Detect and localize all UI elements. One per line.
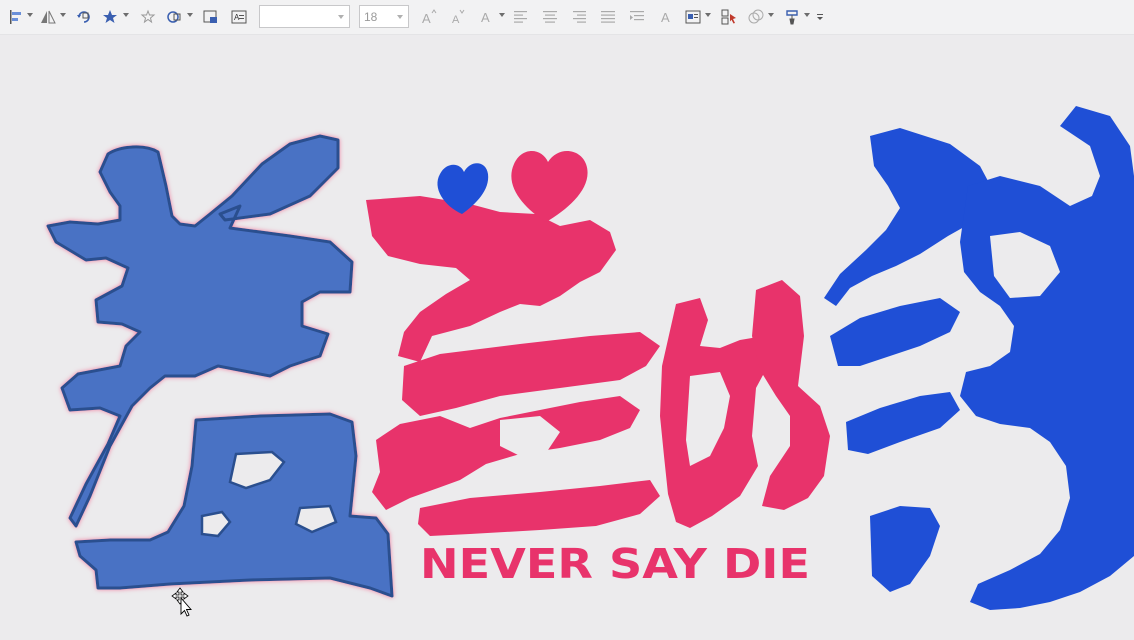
text-box-icon[interactable]: A [228,6,250,28]
svg-text:A: A [234,13,240,22]
blue-brush-character [824,106,1134,610]
shape-fill-dropdown-caret[interactable] [187,13,193,17]
wrap-icon[interactable] [682,6,704,28]
align-dropdown-caret[interactable] [27,13,33,17]
group-dropdown-caret[interactable] [768,13,774,17]
justify-icon[interactable] [597,6,619,28]
align-left-icon[interactable] [510,6,532,28]
shrink-font-icon[interactable]: A [447,6,469,28]
style-icon[interactable] [137,6,159,28]
shape-fill-icon[interactable] [163,6,185,28]
heart-icons [437,150,588,222]
traced-character-shape[interactable] [46,134,394,598]
svg-text:A: A [452,14,460,26]
svg-text:A: A [481,10,490,25]
drawing-toolbar: A 18 A A A A [0,0,1134,35]
font-size-dropdown-caret[interactable] [397,15,403,19]
font-color-icon[interactable]: A [476,6,498,28]
align-icon[interactable] [5,6,27,28]
font-size-combo[interactable]: 18 [359,5,409,28]
font-color-dropdown-caret[interactable] [499,13,505,17]
text-style-icon[interactable]: A [655,6,677,28]
more-icon[interactable] [812,6,828,28]
pink-heart-icon [511,150,588,222]
effects-dropdown-caret[interactable] [123,13,129,17]
flip-icon[interactable] [37,6,59,28]
distribute-icon[interactable] [626,6,648,28]
pink-character-de [660,280,830,528]
slide-canvas[interactable]: NEVER SAY DIE [0,36,1134,635]
format-painter-icon[interactable] [782,6,804,28]
group-icon[interactable] [745,6,767,28]
picture-frame-icon[interactable] [200,6,222,28]
rotate-icon[interactable] [73,6,95,28]
logo-subtitle: NEVER SAY DIE [420,540,810,588]
wrap-dropdown-caret[interactable] [705,13,711,17]
svg-text:A: A [661,10,670,25]
logo-artwork: NEVER SAY DIE [46,106,1134,617]
move-cursor-icon [171,587,192,617]
font-size-value: 18 [364,10,378,24]
align-center-icon[interactable] [539,6,561,28]
flip-dropdown-caret[interactable] [60,13,66,17]
align-right-icon[interactable] [568,6,590,28]
effects-icon[interactable] [99,6,121,28]
selection-pane-icon[interactable] [718,6,740,28]
font-name-combo[interactable] [259,5,350,28]
pink-character-xiu [366,196,660,536]
font-name-dropdown-caret[interactable] [338,15,344,19]
format-painter-dropdown-caret[interactable] [804,13,810,17]
svg-text:A: A [422,11,431,26]
grow-font-icon[interactable]: A [418,6,440,28]
